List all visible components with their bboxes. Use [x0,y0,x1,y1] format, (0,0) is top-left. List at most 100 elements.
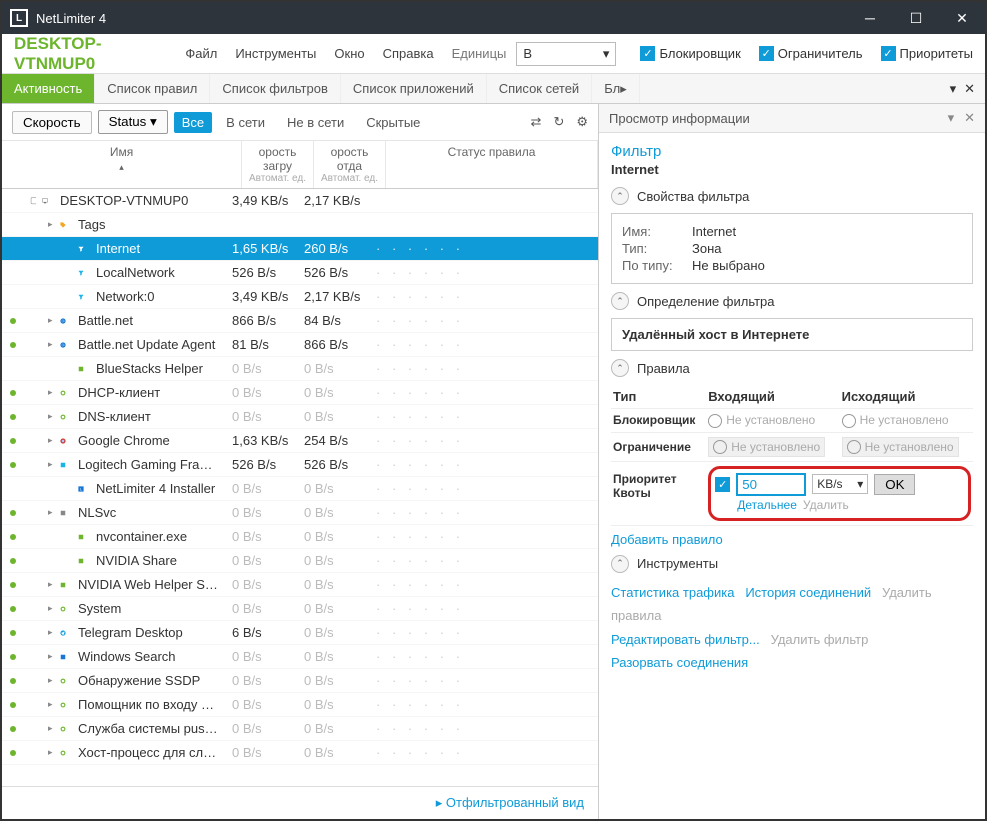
filtered-view-link[interactable]: ▸ Отфильтрованный вид [2,786,598,819]
tab-dropdown-icon[interactable]: ▾ [950,81,957,97]
delete-filter-link[interactable]: Удалить фильтр [771,632,869,647]
gear-icon[interactable]: ⚙ [576,114,588,130]
table-row[interactable]: ▸Служба системы push-уве,0 B/s0 B/s· · ·… [2,717,598,741]
expand-toggle[interactable]: ▸ [24,219,54,230]
row-status[interactable]: · · · · · · [370,241,598,256]
expand-toggle[interactable]: ▸ [24,651,54,662]
blocker-checkbox[interactable]: ✓Блокировщик [640,46,740,61]
filter-all[interactable]: Все [174,112,212,133]
status-button[interactable]: Status ▾ [98,110,168,134]
tab-filters[interactable]: Список фильтров [210,74,341,103]
priority-value-input[interactable] [736,473,806,496]
expand-toggle[interactable]: ▸ [24,579,54,590]
section-tools[interactable]: ⌃Инструменты [611,555,973,573]
row-status[interactable]: · · · · · · [370,289,598,304]
expand-toggle[interactable]: ▸ [24,387,54,398]
terminate-conn-link[interactable]: Разорвать соединения [611,655,748,670]
edit-filter-link[interactable]: Редактировать фильтр... [611,632,760,647]
details-link[interactable]: Детальнее [737,498,797,512]
row-status[interactable]: · · · · · · [370,313,598,328]
filter-online[interactable]: В сети [218,112,273,133]
menu-file[interactable]: Файл [179,42,223,65]
add-rule-link[interactable]: Добавить правило [611,532,973,547]
maximize-button[interactable]: ☐ [893,2,939,34]
table-row[interactable]: NVIDIA Share0 B/s0 B/s· · · · · · [2,549,598,573]
filter-offline[interactable]: Не в сети [279,112,352,133]
expand-toggle[interactable]: ▸ [24,315,54,326]
priority-checkbox[interactable]: ✓Приоритеты [881,46,973,61]
filter-hidden[interactable]: Скрытые [358,112,428,133]
row-status[interactable]: · · · · · · [370,577,598,592]
row-status[interactable]: · · · · · · [370,481,598,496]
units-select[interactable]: B▾ [516,42,616,66]
menu-window[interactable]: Окно [328,42,370,65]
row-status[interactable]: · · · · · · [370,265,598,280]
table-row[interactable]: ▸Logitech Gaming Framewor526 B/s526 B/s·… [2,453,598,477]
limiter-checkbox[interactable]: ✓Ограничитель [759,46,863,61]
table-row[interactable]: ▸DHCP-клиент0 B/s0 B/s· · · · · · [2,381,598,405]
expand-toggle[interactable]: ▸ [24,507,54,518]
row-status[interactable]: · · · · · · [370,361,598,376]
table-row[interactable]: ▸NVIDIA Web Helper Service0 B/s0 B/s· · … [2,573,598,597]
blocker-in[interactable]: Не установлено [706,409,839,433]
table-row[interactable]: ▸Помощник по входу в уче0 B/s0 B/s· · · … [2,693,598,717]
row-status[interactable]: · · · · · · [370,649,598,664]
table-row[interactable]: ▸Telegram Desktop6 B/s0 B/s· · · · · · [2,621,598,645]
priority-enable-checkbox[interactable]: ✓ [715,477,730,492]
tab-rules[interactable]: Список правил [95,74,210,103]
header-name[interactable]: Имя▴ [2,141,242,188]
expand-toggle[interactable]: ▸ [24,723,54,734]
row-status[interactable]: · · · · · · [370,601,598,616]
expand-toggle[interactable]: ▸ [24,747,54,758]
speed-button[interactable]: Скорость [12,111,92,134]
section-rules[interactable]: ⌃Правила [611,359,973,377]
header-upload[interactable]: орость отдаАвтомат. ед. [314,141,386,188]
menu-help[interactable]: Справка [377,42,440,65]
expand-toggle[interactable]: ▸ [24,459,54,470]
table-row[interactable]: ▸Google Chrome1,63 KB/s254 B/s· · · · · … [2,429,598,453]
delete-link[interactable]: Удалить [803,498,849,512]
ok-button[interactable]: OK [874,474,915,495]
tab-nets[interactable]: Список сетей [487,74,592,103]
table-row[interactable]: ▸Обнаружение SSDP0 B/s0 B/s· · · · · · [2,669,598,693]
menu-tools[interactable]: Инструменты [229,42,322,65]
table-row[interactable]: ▸Battle.net866 B/s84 B/s· · · · · · [2,309,598,333]
limit-out[interactable]: Не установлено [840,432,973,461]
section-filter-def[interactable]: ⌃Определение фильтра [611,292,973,310]
info-dropdown-icon[interactable]: ▾ [948,110,955,126]
table-row[interactable]: ▢DESKTOP-VTNMUP03,49 KB/s2,17 KB/s [2,189,598,213]
row-status[interactable]: · · · · · · [370,505,598,520]
expand-toggle[interactable]: ▸ [24,627,54,638]
row-status[interactable]: · · · · · · [370,721,598,736]
row-status[interactable]: · · · · · · [370,409,598,424]
close-button[interactable]: ✕ [939,2,985,34]
header-download[interactable]: орость загруАвтомат. ед. [242,141,314,188]
expand-toggle[interactable]: ▸ [24,675,54,686]
expand-toggle[interactable]: ▸ [24,339,54,350]
row-status[interactable]: · · · · · · [370,433,598,448]
table-row[interactable]: Network:03,49 KB/s2,17 KB/s· · · · · · [2,285,598,309]
expand-toggle[interactable]: ▸ [24,435,54,446]
row-status[interactable]: · · · · · · [370,697,598,712]
limit-in[interactable]: Не установлено [706,432,839,461]
expand-toggle[interactable]: ▸ [24,699,54,710]
expand-toggle[interactable]: ▢ [24,195,36,206]
section-filter-props[interactable]: ⌃Свойства фильтра [611,187,973,205]
table-row[interactable]: Internet1,65 KB/s260 B/s· · · · · · [2,237,598,261]
table-row[interactable]: ▸System0 B/s0 B/s· · · · · · [2,597,598,621]
table-row[interactable]: ▸Battle.net Update Agent81 B/s866 B/s· ·… [2,333,598,357]
row-status[interactable]: · · · · · · [370,529,598,544]
header-status[interactable]: Статус правила [386,141,598,188]
traffic-stats-link[interactable]: Статистика трафика [611,585,734,600]
swap-icon[interactable]: ⇄ [531,114,542,130]
row-status[interactable]: · · · · · · [370,457,598,472]
row-status[interactable]: · · · · · · [370,673,598,688]
tab-apps[interactable]: Список приложений [341,74,487,103]
row-status[interactable]: · · · · · · [370,745,598,760]
info-close-icon[interactable]: ✕ [964,110,975,126]
table-row[interactable]: ▸DNS-клиент0 B/s0 B/s· · · · · · [2,405,598,429]
conn-history-link[interactable]: История соединений [745,585,871,600]
table-row[interactable]: LNetLimiter 4 Installer0 B/s0 B/s· · · ·… [2,477,598,501]
table-row[interactable]: ▸NLSvc0 B/s0 B/s· · · · · · [2,501,598,525]
expand-toggle[interactable]: ▸ [24,411,54,422]
